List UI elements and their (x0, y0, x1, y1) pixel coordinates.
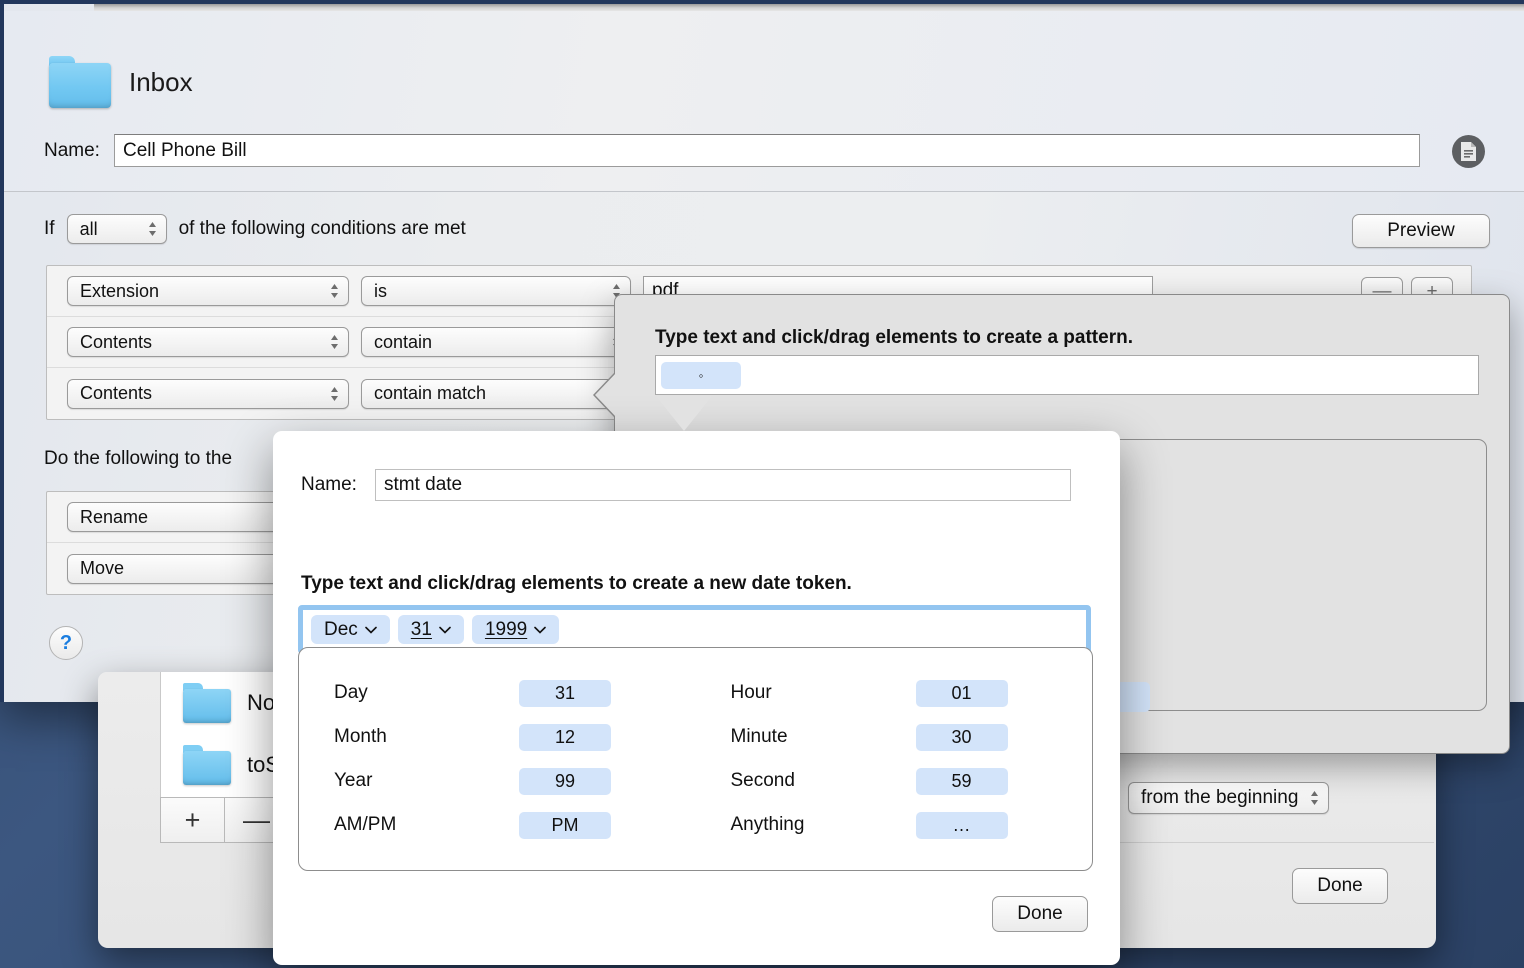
chevron-down-icon (534, 626, 547, 634)
condition-attribute-value: Contents (80, 331, 153, 352)
condition-operator-value: is (374, 280, 387, 301)
date-element-row[interactable]: Day 31 (298, 671, 695, 715)
condition-operator-value: contain (374, 331, 433, 352)
pattern-token[interactable]: ◦ (661, 361, 741, 389)
actions-heading: Do the following to the (44, 448, 233, 469)
popover-arrow-down (655, 395, 713, 431)
date-element-pill[interactable]: 01 (915, 679, 1008, 707)
folder-icon (183, 683, 231, 723)
date-element-label: Anything (730, 814, 805, 835)
conditions-heading: If all of the following conditions are m… (44, 214, 466, 244)
date-token-year[interactable]: 1999 (471, 615, 560, 644)
pattern-input-field[interactable]: ◦ (655, 355, 1479, 395)
date-element-label: Second (730, 770, 795, 791)
date-token-month[interactable]: Dec (311, 615, 390, 644)
action-select[interactable]: Rename (67, 502, 297, 532)
chevron-updown-icon (148, 222, 156, 236)
preview-button-label: Preview (1387, 220, 1455, 241)
chevron-updown-icon (1311, 791, 1319, 805)
condition-attribute-select[interactable]: Extension (67, 276, 349, 306)
condition-attribute-select[interactable]: Contents (67, 327, 349, 357)
chevron-updown-icon (331, 284, 338, 298)
date-token-year-label: 1999 (484, 618, 528, 640)
date-element-pill[interactable]: 30 (915, 723, 1008, 751)
date-element-label: AM/PM (334, 814, 397, 835)
add-folder-button[interactable]: + (160, 797, 224, 843)
action-select[interactable]: Move (67, 553, 297, 584)
date-element-row[interactable]: Year 99 (298, 759, 695, 803)
date-element-row[interactable]: Hour 01 (695, 671, 1092, 715)
rename-done-button[interactable]: Done (1292, 868, 1388, 904)
conditions-trailing-label: of the following conditions are met (178, 218, 466, 239)
popover-arrow-left (595, 373, 616, 417)
window-titlebar (94, 4, 1524, 11)
condition-operator-select[interactable]: contain (361, 327, 631, 357)
folder-list-buttons: + — (160, 797, 289, 843)
date-token-month-label: Dec (324, 618, 358, 640)
date-element-pill[interactable]: 99 (519, 767, 611, 795)
date-sheet-done-label: Done (1017, 903, 1063, 924)
date-element-row[interactable]: Minute 30 (695, 715, 1092, 759)
date-element-label: Hour (730, 682, 772, 703)
date-token-day[interactable]: 31 (397, 615, 464, 644)
condition-attribute-select[interactable]: Contents (67, 378, 349, 409)
date-element-pill[interactable]: 59 (915, 767, 1008, 795)
folder-icon (183, 745, 231, 785)
date-token-day-label: 31 (410, 618, 432, 640)
folder-heading: Inbox (49, 56, 193, 108)
date-element-label: Minute (730, 726, 788, 747)
date-token-name-label: Name: (301, 474, 357, 495)
rule-header: Inbox Name: (4, 11, 1524, 192)
if-label: If (44, 218, 55, 239)
date-element-pill[interactable]: 12 (519, 723, 611, 751)
minus-icon: — (243, 804, 270, 835)
condition-operator-select[interactable]: is (361, 276, 631, 306)
date-element-row[interactable]: AM/PM PM (298, 803, 695, 847)
action-value: Rename (80, 506, 149, 527)
rule-name-input[interactable] (113, 134, 1420, 167)
date-token-name-input[interactable] (374, 469, 1071, 501)
date-element-label: Day (334, 682, 368, 703)
chevron-updown-icon (331, 386, 338, 401)
condition-attribute-value: Extension (80, 280, 160, 301)
match-position-value: from the beginning (1141, 787, 1299, 808)
date-element-pill[interactable]: PM (519, 811, 611, 839)
date-token-sheet: Name: Type text and click/drag elements … (273, 431, 1120, 965)
folder-icon (49, 56, 111, 108)
preview-button[interactable]: Preview (1352, 214, 1490, 248)
date-element-pill[interactable]: 31 (519, 679, 611, 707)
date-sheet-done-button[interactable]: Done (992, 896, 1088, 932)
match-mode-value: all (79, 218, 98, 239)
date-element-label: Year (334, 770, 373, 791)
document-icon[interactable] (1452, 135, 1485, 168)
match-mode-select[interactable]: all (66, 214, 167, 244)
condition-operator-select[interactable]: contain match (361, 378, 631, 409)
divider (1120, 842, 1434, 843)
condition-operator-value: contain match (374, 383, 487, 403)
action-value: Move (80, 558, 125, 578)
help-button[interactable]: ? (49, 626, 83, 660)
plus-icon: + (184, 804, 201, 835)
date-token-title: Type text and click/drag elements to cre… (301, 573, 852, 594)
date-token-name-row: Name: (301, 469, 1071, 501)
condition-attribute-value: Contents (80, 383, 153, 403)
help-icon: ? (59, 631, 73, 654)
date-element-label: Month (334, 726, 387, 747)
folder-title: Inbox (129, 66, 193, 97)
date-element-row[interactable]: Anything … (695, 803, 1092, 847)
rename-done-label: Done (1317, 875, 1363, 896)
date-element-row[interactable]: Second 59 (695, 759, 1092, 803)
rule-name-row: Name: (44, 134, 1420, 167)
chevron-updown-icon (331, 335, 338, 349)
rule-name-label: Name: (44, 139, 100, 161)
match-position-select[interactable]: from the beginning (1128, 782, 1330, 814)
date-element-pill[interactable]: … (915, 811, 1008, 839)
pattern-popover-title: Type text and click/drag elements to cre… (655, 327, 1133, 348)
date-elements-grid: Day 31 Hour 01 Month 12 Minute 30 Year 9… (298, 647, 1091, 869)
date-element-row[interactable]: Month 12 (298, 715, 695, 759)
chevron-down-icon (364, 626, 377, 634)
chevron-down-icon (439, 626, 451, 634)
